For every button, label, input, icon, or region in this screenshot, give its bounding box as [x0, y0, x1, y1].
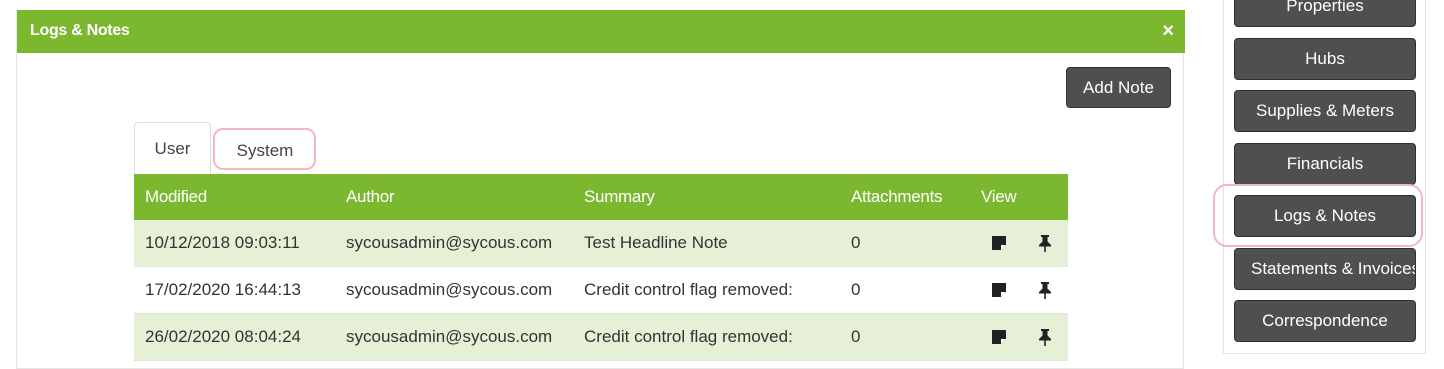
table-header: Modified Author Summary Attachments View: [134, 174, 1068, 220]
sidebar-item-correspondence[interactable]: Correspondence: [1234, 300, 1416, 342]
header-summary[interactable]: Summary: [584, 174, 655, 220]
sidebar-item-logs-notes[interactable]: Logs & Notes: [1234, 195, 1416, 237]
close-icon[interactable]: ×: [1162, 19, 1174, 43]
sidebar: Properties Hubs Supplies & Meters Financ…: [1223, 0, 1426, 354]
panel-title: Logs & Notes: [30, 22, 130, 39]
tab-system[interactable]: System: [213, 127, 317, 174]
header-modified[interactable]: Modified: [145, 174, 207, 220]
pin-icon[interactable]: [1038, 267, 1052, 313]
cell-modified: 26/02/2020 08:04:24: [145, 327, 301, 346]
header-view: View: [981, 187, 1017, 206]
note-icon[interactable]: [991, 220, 1007, 266]
add-note-button[interactable]: Add Note: [1066, 67, 1171, 108]
notes-table: Modified Author Summary Attachments View…: [134, 174, 1068, 361]
note-icon[interactable]: [991, 267, 1007, 313]
sidebar-item-hubs[interactable]: Hubs: [1234, 38, 1416, 80]
sidebar-item-properties[interactable]: Properties: [1234, 0, 1416, 27]
cell-attachments: 0: [851, 233, 861, 252]
logs-notes-panel: Logs & Notes × Add Note User System Modi…: [16, 10, 1185, 369]
header-author[interactable]: Author: [346, 174, 395, 220]
cell-author: sycousadmin@sycous.com: [346, 327, 553, 346]
cell-attachments: 0: [851, 280, 861, 299]
note-icon[interactable]: [991, 314, 1007, 360]
table-row[interactable]: 17/02/2020 16:44:13 sycousadmin@sycous.c…: [134, 267, 1068, 314]
cell-author: sycousadmin@sycous.com: [346, 280, 553, 299]
tab-user[interactable]: User: [134, 122, 211, 174]
sidebar-item-statements-invoices[interactable]: Statements & Invoices: [1234, 248, 1416, 290]
pin-icon[interactable]: [1038, 220, 1052, 266]
cell-summary: Credit control flag removed:: [584, 280, 793, 299]
cell-modified: 10/12/2018 09:03:11: [145, 233, 300, 252]
sidebar-item-financials[interactable]: Financials: [1234, 143, 1416, 185]
header-attachments[interactable]: Attachments: [851, 174, 943, 220]
tab-user-label: User: [154, 138, 191, 158]
table-row[interactable]: 10/12/2018 09:03:11 sycousadmin@sycous.c…: [134, 220, 1068, 267]
panel-header: Logs & Notes ×: [17, 10, 1185, 53]
cell-summary: Test Headline Note: [584, 233, 728, 252]
cell-summary: Credit control flag removed:: [584, 327, 793, 346]
cell-author: sycousadmin@sycous.com: [346, 233, 553, 252]
sidebar-item-supplies-meters[interactable]: Supplies & Meters: [1234, 90, 1416, 132]
pin-icon[interactable]: [1038, 314, 1052, 360]
cell-modified: 17/02/2020 16:44:13: [145, 280, 301, 299]
table-row[interactable]: 26/02/2020 08:04:24 sycousadmin@sycous.c…: [134, 314, 1068, 361]
cell-attachments: 0: [851, 327, 861, 346]
tab-system-label: System: [236, 140, 294, 160]
